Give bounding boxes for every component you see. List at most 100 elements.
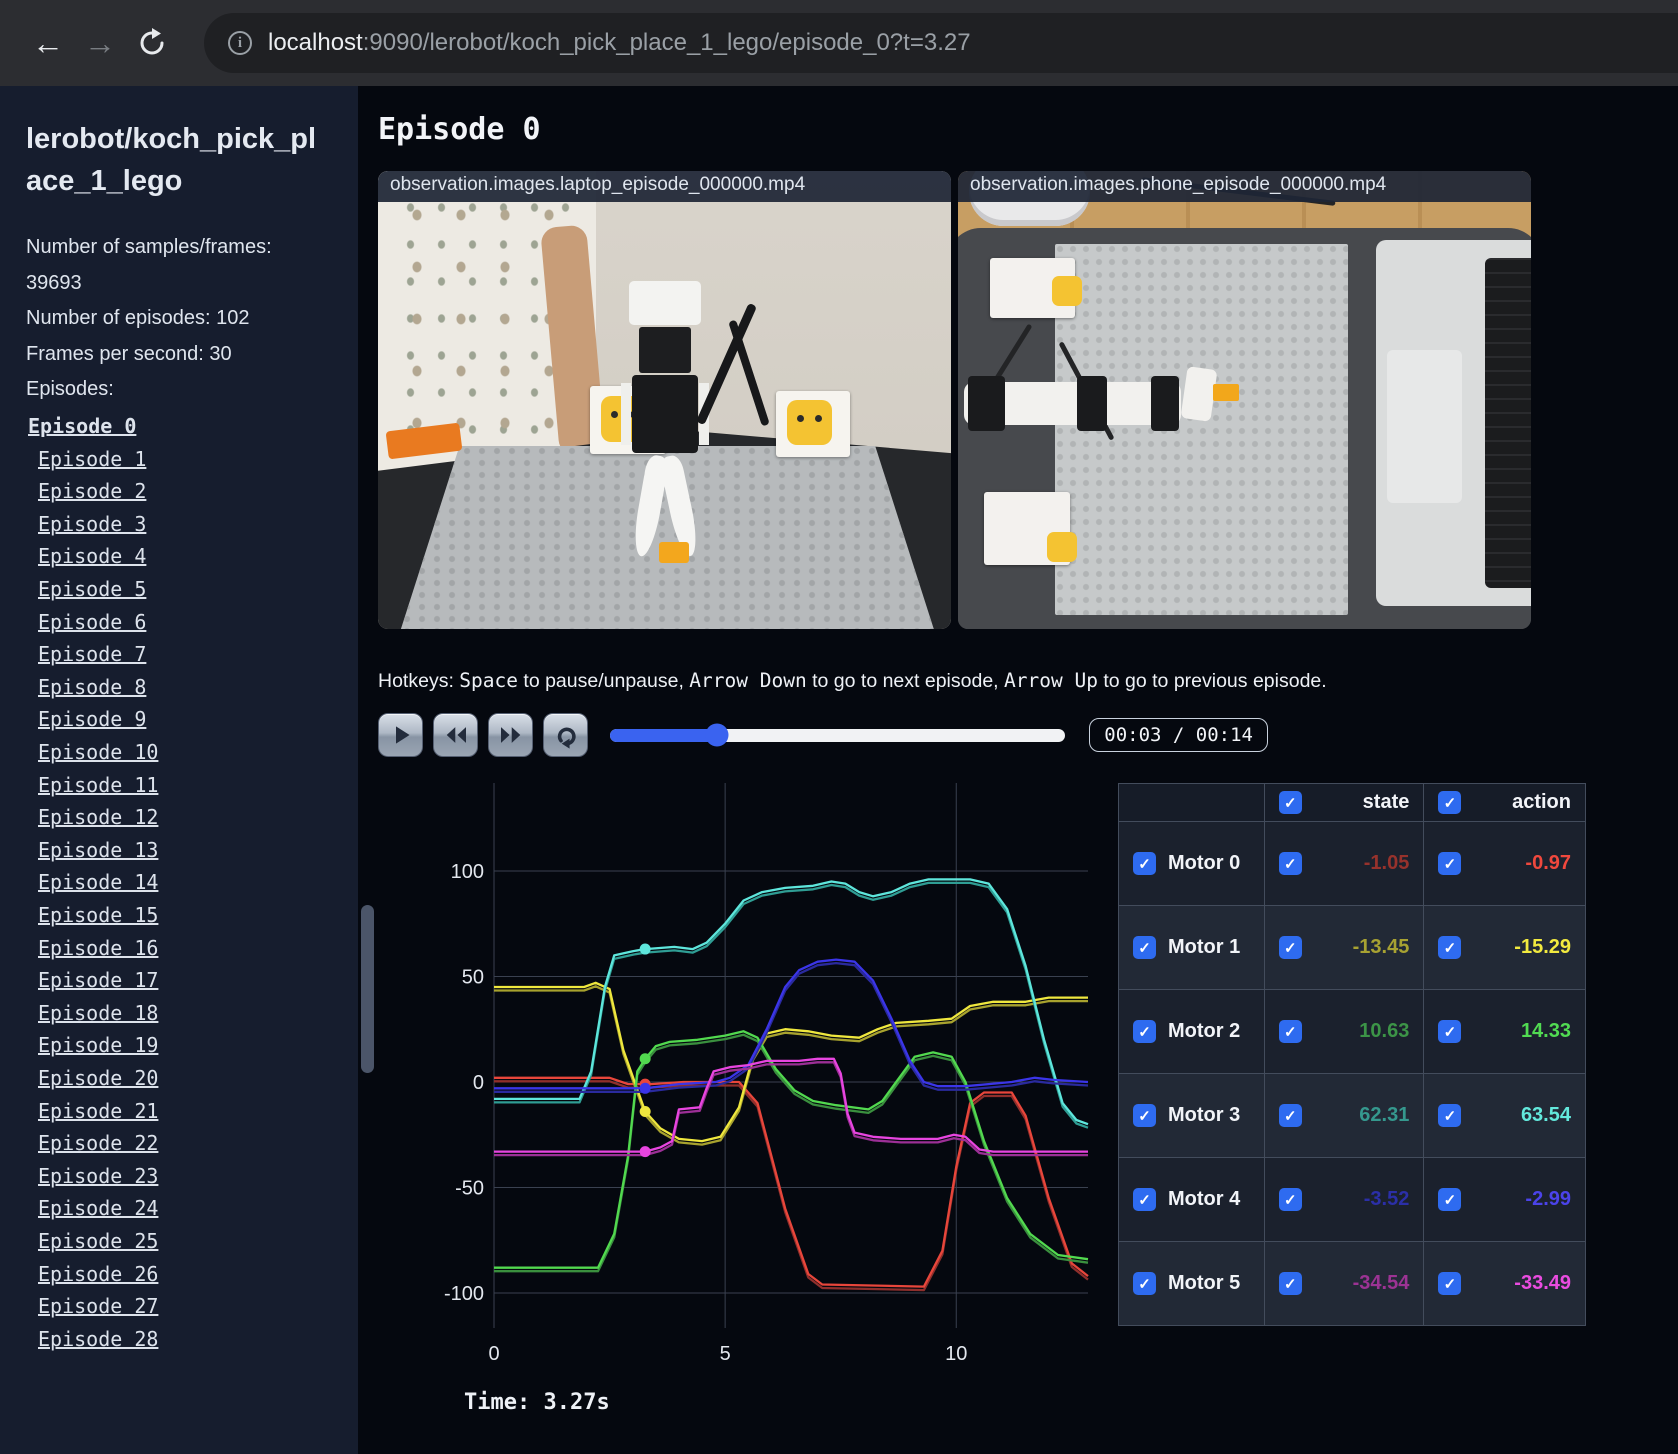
motor-label: Motor 0 — [1168, 852, 1241, 874]
episode-link[interactable]: Episode 24 — [38, 1192, 332, 1225]
episode-link[interactable]: Episode 15 — [38, 899, 332, 932]
state-column-checkbox[interactable] — [1278, 791, 1302, 814]
episode-link[interactable]: Episode 20 — [38, 1062, 332, 1095]
episode-link[interactable]: Episode 8 — [38, 671, 332, 704]
episode-link[interactable]: Episode 0 — [28, 410, 332, 443]
episode-link[interactable]: Episode 10 — [38, 736, 332, 769]
episode-link[interactable]: Episode 3 — [38, 508, 332, 541]
episode-link[interactable]: Episode 2 — [38, 475, 332, 508]
motor-row: Motor 0 -1.05 -0.97 — [1118, 821, 1586, 906]
action-checkbox[interactable] — [1438, 1104, 1462, 1127]
state-value: -34.54 — [1352, 1272, 1410, 1294]
motor-checkbox[interactable] — [1133, 936, 1156, 959]
state-checkbox[interactable] — [1278, 936, 1302, 959]
rewind-button[interactable] — [433, 713, 478, 757]
motor-row: Motor 2 10.63 14.33 — [1118, 989, 1586, 1074]
sidebar: lerobot/koch_pick_place_1_lego Number of… — [0, 86, 358, 1454]
forward-button[interactable]: → — [74, 25, 126, 62]
svg-text:-100: -100 — [444, 1283, 484, 1305]
play-icon — [395, 726, 410, 744]
box-bottom — [983, 491, 1077, 565]
action-checkbox[interactable] — [1438, 1188, 1462, 1211]
motor-table-header: state action — [1118, 783, 1586, 822]
orange-lego-brick — [1212, 383, 1239, 401]
back-button[interactable]: ← — [22, 25, 74, 62]
reload-icon — [140, 28, 164, 55]
state-checkbox[interactable] — [1278, 852, 1302, 875]
episode-link[interactable]: Episode 27 — [38, 1290, 332, 1323]
state-column-label: state — [1362, 791, 1410, 813]
motor-checkbox[interactable] — [1133, 1188, 1156, 1211]
action-checkbox[interactable] — [1438, 852, 1462, 875]
motor-checkbox[interactable] — [1133, 852, 1156, 875]
action-checkbox[interactable] — [1438, 1272, 1462, 1295]
episode-link[interactable]: Episode 13 — [38, 834, 332, 867]
episode-list: Episode 0 Episode 1 Episode 2 Episode 3 Epis… — [26, 410, 332, 1355]
main-content: Episode 0 observation.images.laptop_epis… — [358, 86, 1678, 1454]
state-checkbox[interactable] — [1278, 1188, 1302, 1211]
motor-chart-canvas[interactable]: -100 -50 0 50 100 0 5 10 — [378, 783, 1096, 1375]
chart-time-label: Time: 3.27s — [464, 1390, 610, 1415]
state-checkbox[interactable] — [1278, 1104, 1302, 1127]
episode-link[interactable]: Episode 9 — [38, 703, 332, 736]
robot-arm — [575, 280, 755, 559]
episode-link[interactable]: Episode 21 — [38, 1095, 332, 1128]
scrollbar-thumb[interactable] — [361, 905, 374, 1073]
state-value: 10.63 — [1359, 1020, 1410, 1042]
video-phone-frame — [958, 171, 1531, 629]
motor-checkbox[interactable] — [1133, 1272, 1156, 1295]
svg-text:5: 5 — [720, 1343, 731, 1365]
loop-button[interactable] — [543, 713, 588, 757]
state-value: 62.31 — [1359, 1104, 1410, 1126]
action-checkbox[interactable] — [1438, 1020, 1462, 1043]
url-text: localhost:9090/lerobot/koch_pick_place_1… — [268, 29, 971, 56]
page-title: Episode 0 — [378, 112, 541, 147]
state-checkbox[interactable] — [1278, 1020, 1302, 1043]
action-checkbox[interactable] — [1438, 936, 1462, 959]
robot-arm — [963, 375, 1182, 432]
keyboard — [1484, 258, 1531, 588]
site-info-icon[interactable]: i — [228, 31, 252, 55]
play-button[interactable] — [378, 713, 423, 757]
episode-link[interactable]: Episode 23 — [38, 1160, 332, 1193]
video-phone[interactable]: observation.images.phone_episode_000000.… — [958, 171, 1531, 629]
episode-link[interactable]: Episode 26 — [38, 1258, 332, 1291]
episode-link[interactable]: Episode 22 — [38, 1127, 332, 1160]
episode-link[interactable]: Episode 16 — [38, 932, 332, 965]
fast-forward-icon — [500, 727, 520, 743]
episode-link[interactable]: Episode 28 — [38, 1323, 332, 1356]
motor-checkbox[interactable] — [1133, 1020, 1156, 1043]
reload-button[interactable] — [126, 28, 178, 58]
episode-link[interactable]: Episode 1 — [38, 443, 332, 476]
episode-link[interactable]: Episode 12 — [38, 801, 332, 834]
action-column-checkbox[interactable] — [1438, 791, 1462, 814]
episode-link[interactable]: Episode 11 — [38, 769, 332, 802]
address-bar[interactable]: i localhost:9090/lerobot/koch_pick_place… — [204, 13, 1678, 73]
motor-table: state action Motor 0 -1.05 -0.97 Motor 1 -13… — [1118, 783, 1586, 1326]
browser-toolbar: ← → i localhost:9090/lerobot/koch_pick_p… — [0, 0, 1678, 86]
smiley-box — [776, 390, 851, 457]
video-laptop[interactable]: observation.images.laptop_episode_000000… — [378, 171, 951, 629]
episode-link[interactable]: Episode 6 — [38, 606, 332, 639]
episode-link[interactable]: Episode 19 — [38, 1029, 332, 1062]
episode-link[interactable]: Episode 18 — [38, 997, 332, 1030]
episode-link[interactable]: Episode 25 — [38, 1225, 332, 1258]
svg-text:0: 0 — [488, 1343, 499, 1365]
seek-slider-thumb[interactable] — [705, 723, 729, 747]
svg-text:-50: -50 — [455, 1177, 484, 1199]
dataset-title: lerobot/koch_pick_place_1_lego — [26, 123, 317, 198]
motor-label: Motor 5 — [1168, 1272, 1241, 1294]
episode-link[interactable]: Episode 17 — [38, 964, 332, 997]
seek-slider-fill — [610, 728, 717, 742]
fast-forward-button[interactable] — [488, 713, 533, 757]
episode-link[interactable]: Episode 5 — [38, 573, 332, 606]
motor-label: Motor 1 — [1168, 936, 1241, 958]
motor-row: Motor 4 -3.52 -2.99 — [1118, 1157, 1586, 1242]
seek-slider[interactable] — [610, 723, 1066, 747]
action-value: -15.29 — [1514, 936, 1571, 958]
motor-checkbox[interactable] — [1133, 1104, 1156, 1127]
episode-link[interactable]: Episode 7 — [38, 638, 332, 671]
episode-link[interactable]: Episode 4 — [38, 540, 332, 573]
episode-link[interactable]: Episode 14 — [38, 866, 332, 899]
state-checkbox[interactable] — [1278, 1272, 1302, 1295]
